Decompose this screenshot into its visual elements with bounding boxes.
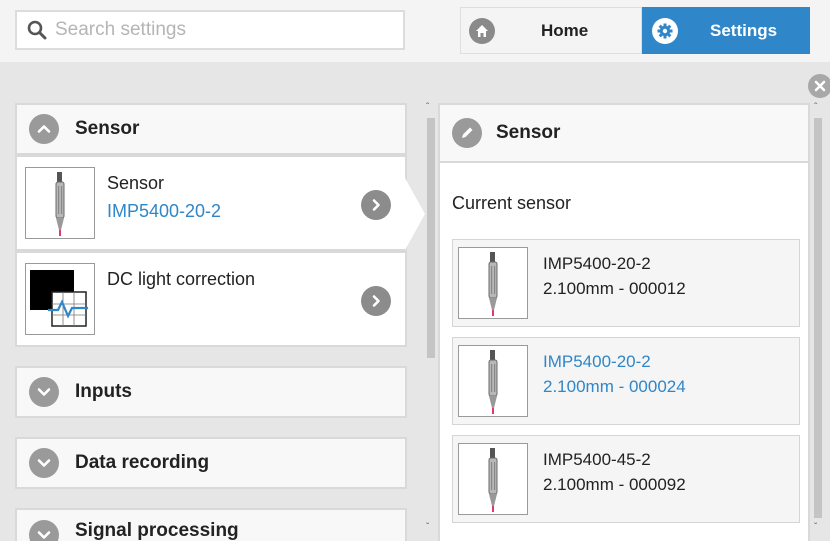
panel-title: Sensor xyxy=(496,122,561,143)
sensor-probe-icon xyxy=(458,345,528,417)
sensor-detail-panel: Sensor Current sensor IMP5400-20-2 2.100… xyxy=(438,103,810,541)
chevron-right-icon[interactable] xyxy=(361,190,391,220)
sensor-name: IMP5400-45-2 xyxy=(543,450,651,469)
home-icon xyxy=(469,17,495,44)
sensor-spec: 2.100mm - 000012 xyxy=(543,279,686,298)
scroll-up-arrow[interactable]: ˆ xyxy=(814,102,817,113)
settings-label: Settings xyxy=(710,20,778,40)
sensor-probe-icon xyxy=(458,443,528,515)
sensor-probe-icon xyxy=(25,167,95,239)
chevron-up-icon xyxy=(29,114,59,144)
search-box[interactable] xyxy=(15,10,405,50)
panel-subtitle: Current sensor xyxy=(452,193,572,213)
right-scrollbar-thumb[interactable] xyxy=(814,118,822,518)
section-label: Signal processing xyxy=(75,520,239,541)
section-label: Data recording xyxy=(75,452,210,473)
settings-tab[interactable]: Settings xyxy=(642,7,810,54)
close-icon[interactable] xyxy=(808,74,830,98)
sensor-probe-icon xyxy=(458,247,528,319)
sensor-name: IMP5400-20-2 xyxy=(543,352,651,371)
left-scrollbar-thumb[interactable] xyxy=(427,118,435,358)
sensor-card[interactable]: IMP5400-20-2 2.100mm - 000012 xyxy=(452,239,800,327)
search-input[interactable] xyxy=(55,19,375,41)
section-sensor-header[interactable]: Sensor xyxy=(15,103,407,155)
sensor-spec: 2.100mm - 000024 xyxy=(543,377,686,396)
scroll-down-arrow[interactable]: ˇ xyxy=(426,522,429,533)
right-scrollbar[interactable]: ˆ ˇ xyxy=(812,102,824,536)
sensor-name: IMP5400-20-2 xyxy=(543,254,651,273)
top-bar: Home Settings xyxy=(0,0,830,62)
chevron-right-icon[interactable] xyxy=(361,286,391,316)
section-inputs-header[interactable]: Inputs xyxy=(15,366,407,418)
scroll-down-arrow[interactable]: ˇ xyxy=(814,522,817,533)
active-item-pointer xyxy=(405,178,425,250)
chevron-down-icon xyxy=(29,448,59,478)
chevron-down-icon xyxy=(29,520,59,541)
sensor-item[interactable]: Sensor IMP5400-20-2 xyxy=(15,155,407,251)
section-signal-processing-header[interactable]: Signal processing xyxy=(15,508,407,541)
section-label: Inputs xyxy=(75,381,132,402)
sensor-spec: 2.100mm - 000092 xyxy=(543,475,686,494)
home-tab[interactable]: Home xyxy=(460,7,642,54)
search-icon xyxy=(27,20,47,40)
sensor-item-title: Sensor xyxy=(107,173,165,193)
chevron-down-icon xyxy=(29,377,59,407)
section-data-recording-header[interactable]: Data recording xyxy=(15,437,407,489)
sensor-card-selected[interactable]: IMP5400-20-2 2.100mm - 000024 xyxy=(452,337,800,425)
sensor-item-value: IMP5400-20-2 xyxy=(107,201,222,221)
sensor-card[interactable]: IMP5400-45-2 2.100mm - 000092 xyxy=(452,435,800,523)
dc-light-item-title: DC light correction xyxy=(107,269,256,289)
pencil-icon xyxy=(452,118,482,148)
gear-icon xyxy=(652,17,678,44)
home-label: Home xyxy=(541,20,589,40)
scroll-up-arrow[interactable]: ˆ xyxy=(426,102,429,113)
dc-light-correction-icon xyxy=(25,263,95,335)
dc-light-item[interactable]: DC light correction xyxy=(15,251,407,347)
panel-header: Sensor xyxy=(440,105,808,163)
section-label: Sensor xyxy=(75,118,140,139)
left-scrollbar[interactable]: ˆ ˇ xyxy=(424,102,436,536)
